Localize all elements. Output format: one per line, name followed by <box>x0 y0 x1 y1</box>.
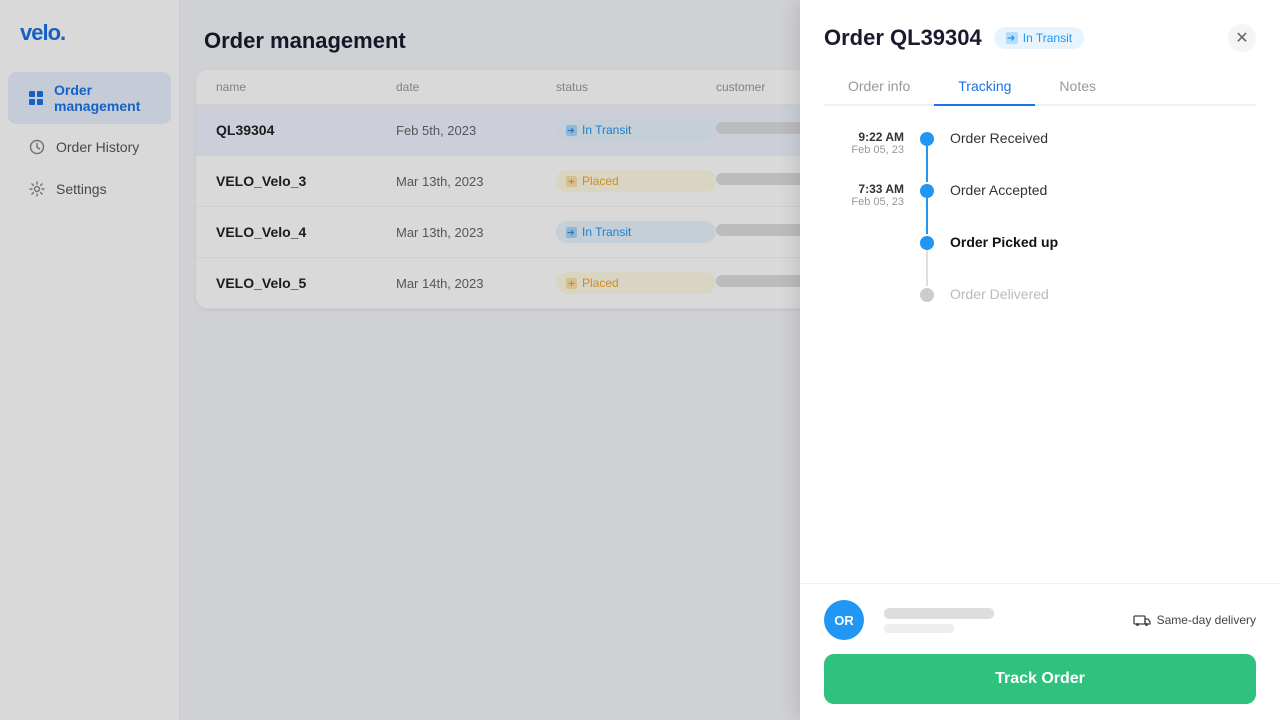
timeline-connector <box>920 286 934 302</box>
tab-notes[interactable]: Notes <box>1035 68 1120 106</box>
timeline-line <box>926 198 928 234</box>
customer-details <box>884 608 994 633</box>
timeline-connector <box>920 130 934 182</box>
customer-avatar: OR <box>824 600 864 640</box>
timeline-label-delivered: Order Delivered <box>950 286 1049 302</box>
close-button[interactable]: ✕ <box>1228 24 1256 52</box>
timeline-dot <box>920 132 934 146</box>
timeline-label-received: Order Received <box>950 130 1048 146</box>
delivery-badge: Same-day delivery <box>1133 611 1256 629</box>
panel-tabs: Order info Tracking Notes <box>824 68 1256 106</box>
panel-header: Order QL39304 In Transit ✕ <box>800 0 1280 52</box>
delivery-label: Same-day delivery <box>1157 613 1256 627</box>
panel-title-row: Order QL39304 In Transit <box>824 25 1084 51</box>
panel-overlay: Order QL39304 In Transit ✕ Order info Tr… <box>0 0 1280 720</box>
timeline-label-accepted: Order Accepted <box>950 182 1047 198</box>
timeline-time-received: 9:22 AM Feb 05, 23 <box>824 130 904 156</box>
panel-title: Order QL39304 <box>824 25 982 51</box>
timeline-dot <box>920 184 934 198</box>
timeline-label-pickedup: Order Picked up <box>950 234 1058 250</box>
timeline-item-accepted: 7:33 AM Feb 05, 23 Order Accepted <box>824 182 1256 234</box>
timeline-line <box>926 250 928 286</box>
timeline-content: Order Delivered <box>950 286 1049 330</box>
timeline-content: Order Received <box>950 130 1048 174</box>
customer-sub-blur <box>884 624 954 633</box>
tab-tracking[interactable]: Tracking <box>934 68 1035 106</box>
track-order-button[interactable]: Track Order <box>824 654 1256 704</box>
panel-status-badge: In Transit <box>994 27 1084 49</box>
timeline-time-accepted: 7:33 AM Feb 05, 23 <box>824 182 904 208</box>
tracking-timeline: 9:22 AM Feb 05, 23 Order Received 7:33 A… <box>824 130 1256 330</box>
timeline-item-delivered: Order Delivered <box>824 286 1256 330</box>
timeline-dot <box>920 288 934 302</box>
timeline-content: Order Accepted <box>950 182 1047 226</box>
timeline-dot <box>920 236 934 250</box>
timeline-item-pickedup: Order Picked up <box>824 234 1256 286</box>
timeline-connector <box>920 234 934 286</box>
panel-footer: OR Same-day delivery Track O <box>800 583 1280 720</box>
timeline-content: Order Picked up <box>950 234 1058 278</box>
customer-info-row: OR Same-day delivery <box>824 600 1256 640</box>
tab-order-info[interactable]: Order info <box>824 68 934 106</box>
panel-body: 9:22 AM Feb 05, 23 Order Received 7:33 A… <box>800 106 1280 583</box>
timeline-item-received: 9:22 AM Feb 05, 23 Order Received <box>824 130 1256 182</box>
order-detail-panel: Order QL39304 In Transit ✕ Order info Tr… <box>800 0 1280 720</box>
customer-name-blur <box>884 608 994 619</box>
timeline-line <box>926 146 928 182</box>
timeline-connector <box>920 182 934 234</box>
